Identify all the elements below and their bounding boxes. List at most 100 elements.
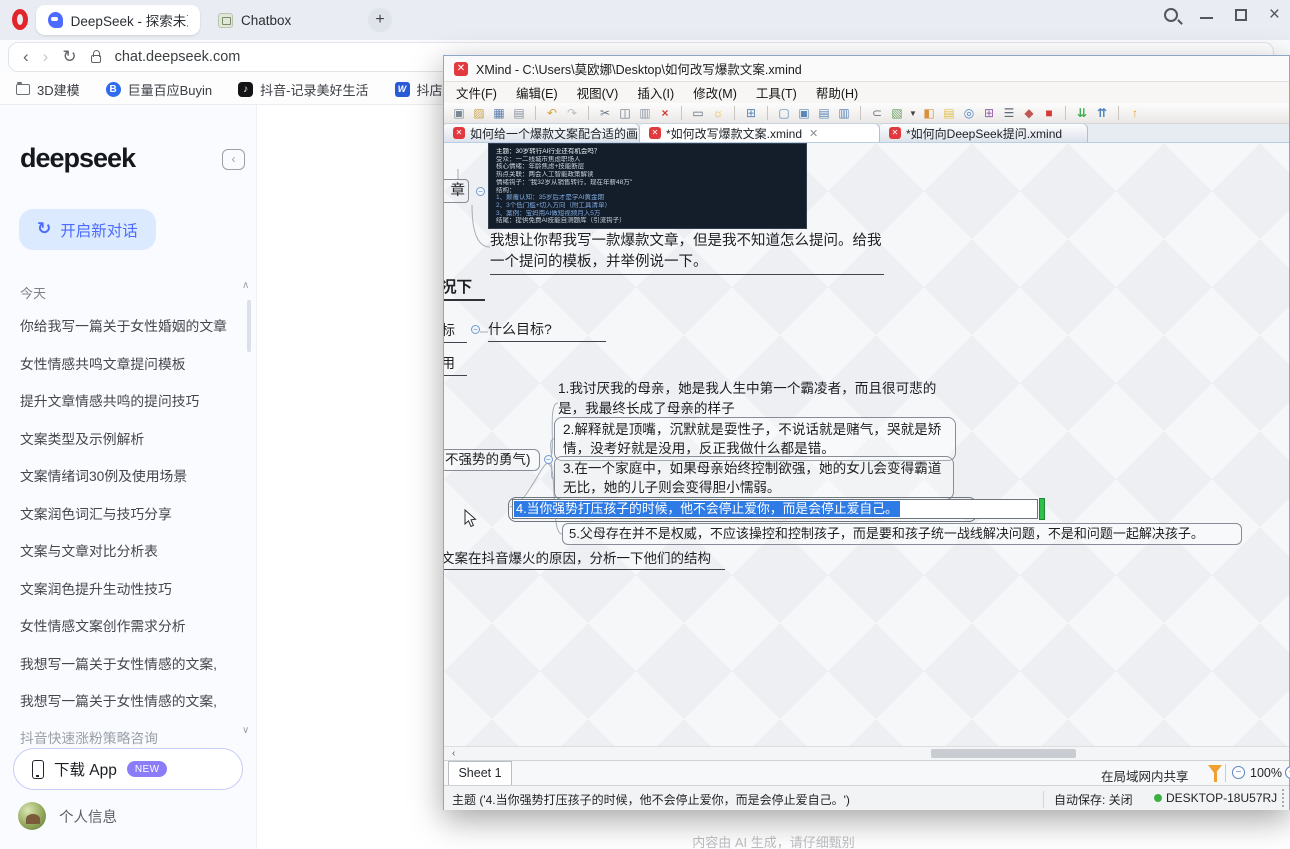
chat-item[interactable]: 女性情感共鸣文章提问模板	[20, 353, 235, 373]
chat-item[interactable]: 你给我写一篇关于女性婚姻的文章	[20, 315, 235, 335]
menu-help[interactable]: 帮助(H)	[816, 83, 858, 102]
mindmap-canvas[interactable]: 主题：30岁转行AI行业还有机会吗？ 受众：一二线城市焦虑职场人 核心情绪：年龄…	[444, 143, 1289, 746]
sync-upload-icon[interactable]: ⇈	[1094, 104, 1110, 122]
open-icon[interactable]: ▨	[471, 104, 487, 122]
scrollbar-thumb[interactable]	[931, 749, 1076, 758]
insert-topic-icon[interactable]: ▢	[776, 104, 792, 122]
attachment-icon[interactable]: ⊂	[869, 104, 885, 122]
scroll-left-icon[interactable]: ‹	[452, 748, 455, 759]
topic-prompt[interactable]: 我想让你帮我写一款爆款文章，但是我不知道怎么提问。给我一个提问的模板，并举例说一…	[490, 231, 884, 275]
redo-icon[interactable]: ↷	[564, 104, 580, 122]
delete-icon[interactable]: ×	[657, 104, 673, 122]
filter-funnel-icon[interactable]	[1208, 765, 1222, 774]
doc-tab-3[interactable]: ✕ *如何向DeepSeek提问.xmind	[880, 123, 1088, 142]
download-app-button[interactable]: 下载 App NEW	[13, 748, 243, 790]
chat-item[interactable]: 我想写一篇关于女性情感的文案,	[20, 690, 235, 710]
doc-tab-2-active[interactable]: ✕ *如何改写爆款文案.xmind ✕	[640, 123, 880, 142]
opera-logo-icon[interactable]	[12, 9, 28, 30]
topic-biao-clipped[interactable]: 标	[444, 320, 467, 343]
forward-icon[interactable]: ›	[43, 47, 49, 67]
notes-icon[interactable]: ▤	[941, 104, 957, 122]
copy-icon[interactable]: ◫	[617, 104, 633, 122]
save-icon[interactable]: ▦	[491, 104, 507, 122]
presentation-icon[interactable]: ▭	[690, 104, 706, 122]
bookmark-douyin[interactable]: ♪抖音-记录美好生活	[238, 80, 368, 99]
chevron-down-icon[interactable]: ∨	[242, 725, 249, 736]
browser-tab-chatbox[interactable]: Chatbox	[206, 5, 303, 35]
overview-icon[interactable]: ⊞	[743, 104, 759, 122]
topic-item-2[interactable]: 2.解释就是顶嘴，沉默就是耍性子，不说话就是赌气，哭就是矫 情，没考好就是没用，…	[554, 417, 956, 461]
chat-item[interactable]: 文案情绪词30例及使用场景	[20, 465, 235, 485]
chat-item[interactable]: 女性情感文案创作需求分析	[20, 615, 235, 635]
insert-floating-topic-icon[interactable]: ▤	[816, 104, 832, 122]
sync-download-icon[interactable]: ⇊	[1074, 104, 1090, 122]
topic-item-5[interactable]: 5.父母存在并不是权威，不应该操控和控制孩子，而是要和孩子统一战线解决问题，不是…	[562, 523, 1242, 545]
chat-item[interactable]: 文案与文章对比分析表	[20, 540, 235, 560]
selection-handle[interactable]	[1039, 498, 1045, 520]
image-icon[interactable]: ▧	[889, 104, 905, 122]
maximize-icon[interactable]	[1235, 9, 1247, 21]
screenshot-node[interactable]: 主题：30岁转行AI行业还有机会吗？ 受众：一二线城市焦虑职场人 核心情绪：年龄…	[488, 143, 807, 229]
matrix-icon[interactable]: ⊞	[981, 104, 997, 122]
reload-icon[interactable]: ↻	[62, 47, 76, 67]
promote-icon[interactable]: ↑	[1127, 104, 1143, 122]
topic-goal[interactable]: 什么目标?	[488, 319, 606, 342]
bookmark-3d[interactable]: 3D建模	[16, 80, 80, 99]
xmind-title-bar[interactable]: ✕ XMind - C:\Users\莫欧娜\Desktop\如何改写爆款文案.…	[444, 56, 1289, 82]
outline-icon[interactable]: ☰	[1001, 104, 1017, 122]
hyperlink-icon[interactable]: ◎	[961, 104, 977, 122]
menu-view[interactable]: 视图(V)	[577, 83, 619, 102]
paste-icon[interactable]: ▥	[637, 104, 653, 122]
insert-subtopic-icon[interactable]: ▣	[796, 104, 812, 122]
browser-tab-deepseek[interactable]: DeepSeek - 探索未至之境	[36, 5, 200, 35]
audio-note-icon[interactable]: ◆	[1021, 104, 1037, 122]
topic-item-3[interactable]: 3.在一个家庭中，如果母亲始终控制欲强，她的女儿会变得霸道 无比，她的儿子则会变…	[554, 456, 954, 500]
topic-yong-clipped[interactable]: 用	[444, 353, 467, 376]
chat-item[interactable]: 文案润色词汇与技巧分享	[20, 503, 235, 523]
doc-tab-1[interactable]: ✕ 如何给一个爆款文案配合适的画面.xmind	[444, 123, 640, 142]
url-text[interactable]: chat.deepseek.com	[115, 49, 241, 65]
cut-icon[interactable]: ✂	[597, 104, 613, 122]
tab-close-icon[interactable]: ✕	[809, 127, 818, 140]
new-tab-button[interactable]: +	[368, 8, 392, 32]
topic-item-1[interactable]: 1.我讨厌我的母亲，她是我人生中第一个霸凌者，而且很可悲的 是，我最终长成了母亲…	[558, 379, 954, 419]
menu-insert[interactable]: 插入(I)	[637, 83, 674, 102]
stop-icon[interactable]: ■	[1041, 104, 1057, 122]
topic-article-clipped[interactable]: 章	[444, 179, 469, 203]
collapse-minus-icon[interactable]: −	[476, 187, 485, 196]
chat-item[interactable]: 抖音快速涨粉策略咨询	[20, 727, 235, 747]
search-icon[interactable]	[1164, 8, 1178, 22]
insert-summary-icon[interactable]: ▥	[836, 104, 852, 122]
resize-grip[interactable]	[1282, 789, 1290, 807]
bookmark-buyin[interactable]: B巨量百应Buyin	[106, 80, 213, 99]
new-workbook-icon[interactable]: ▣	[451, 104, 467, 122]
collapse-minus-icon[interactable]: −	[471, 325, 480, 334]
sheet-tab[interactable]: Sheet 1	[448, 761, 512, 785]
lan-share-label[interactable]: 在局域网内共享	[1101, 766, 1189, 785]
topic-item-4-edit-box[interactable]: 4.当你强势打压孩子的时候，他不会停止爱你，而是会停止爱自己。	[512, 499, 1038, 519]
topic-courage-clipped[interactable]: 不强势的勇气)	[444, 449, 540, 471]
selected-text[interactable]: 4.当你强势打压孩子的时候，他不会停止爱你，而是会停止爱自己。	[514, 501, 900, 517]
sidebar-scrollbar[interactable]	[247, 300, 251, 352]
back-icon[interactable]: ‹	[23, 47, 29, 67]
horizontal-scrollbar[interactable]: ‹	[444, 746, 1289, 760]
image-dropdown-arrow[interactable]: ▼	[909, 109, 917, 118]
menu-modify[interactable]: 修改(M)	[693, 83, 737, 102]
profile-button[interactable]: 个人信息	[18, 802, 117, 830]
undo-icon[interactable]: ↶	[544, 104, 560, 122]
chat-item[interactable]: 我想写一篇关于女性情感的文案,	[20, 653, 235, 673]
new-chat-button[interactable]: ↻ 开启新对话	[19, 209, 156, 250]
menu-edit[interactable]: 编辑(E)	[516, 83, 558, 102]
zoom-out-icon[interactable]: −	[1232, 766, 1245, 779]
idea-icon[interactable]: ☼	[710, 104, 726, 122]
topic-bottom-clipped[interactable]: 文案在抖音爆火的原因，分析一下他们的结构	[444, 547, 725, 570]
chat-item[interactable]: 文案润色提升生动性技巧	[20, 578, 235, 598]
chevron-up-icon[interactable]: ∧	[242, 280, 249, 291]
collapse-minus-icon[interactable]: −	[544, 455, 553, 464]
sidebar-collapse-button[interactable]: ‹	[222, 149, 245, 170]
boundary-icon[interactable]: ◧	[921, 104, 937, 122]
print-icon[interactable]: ▤	[511, 104, 527, 122]
close-icon[interactable]: ×	[1269, 8, 1280, 22]
topic-kuangxia-clipped[interactable]: 况下	[444, 275, 485, 301]
minimize-icon[interactable]	[1200, 17, 1213, 19]
